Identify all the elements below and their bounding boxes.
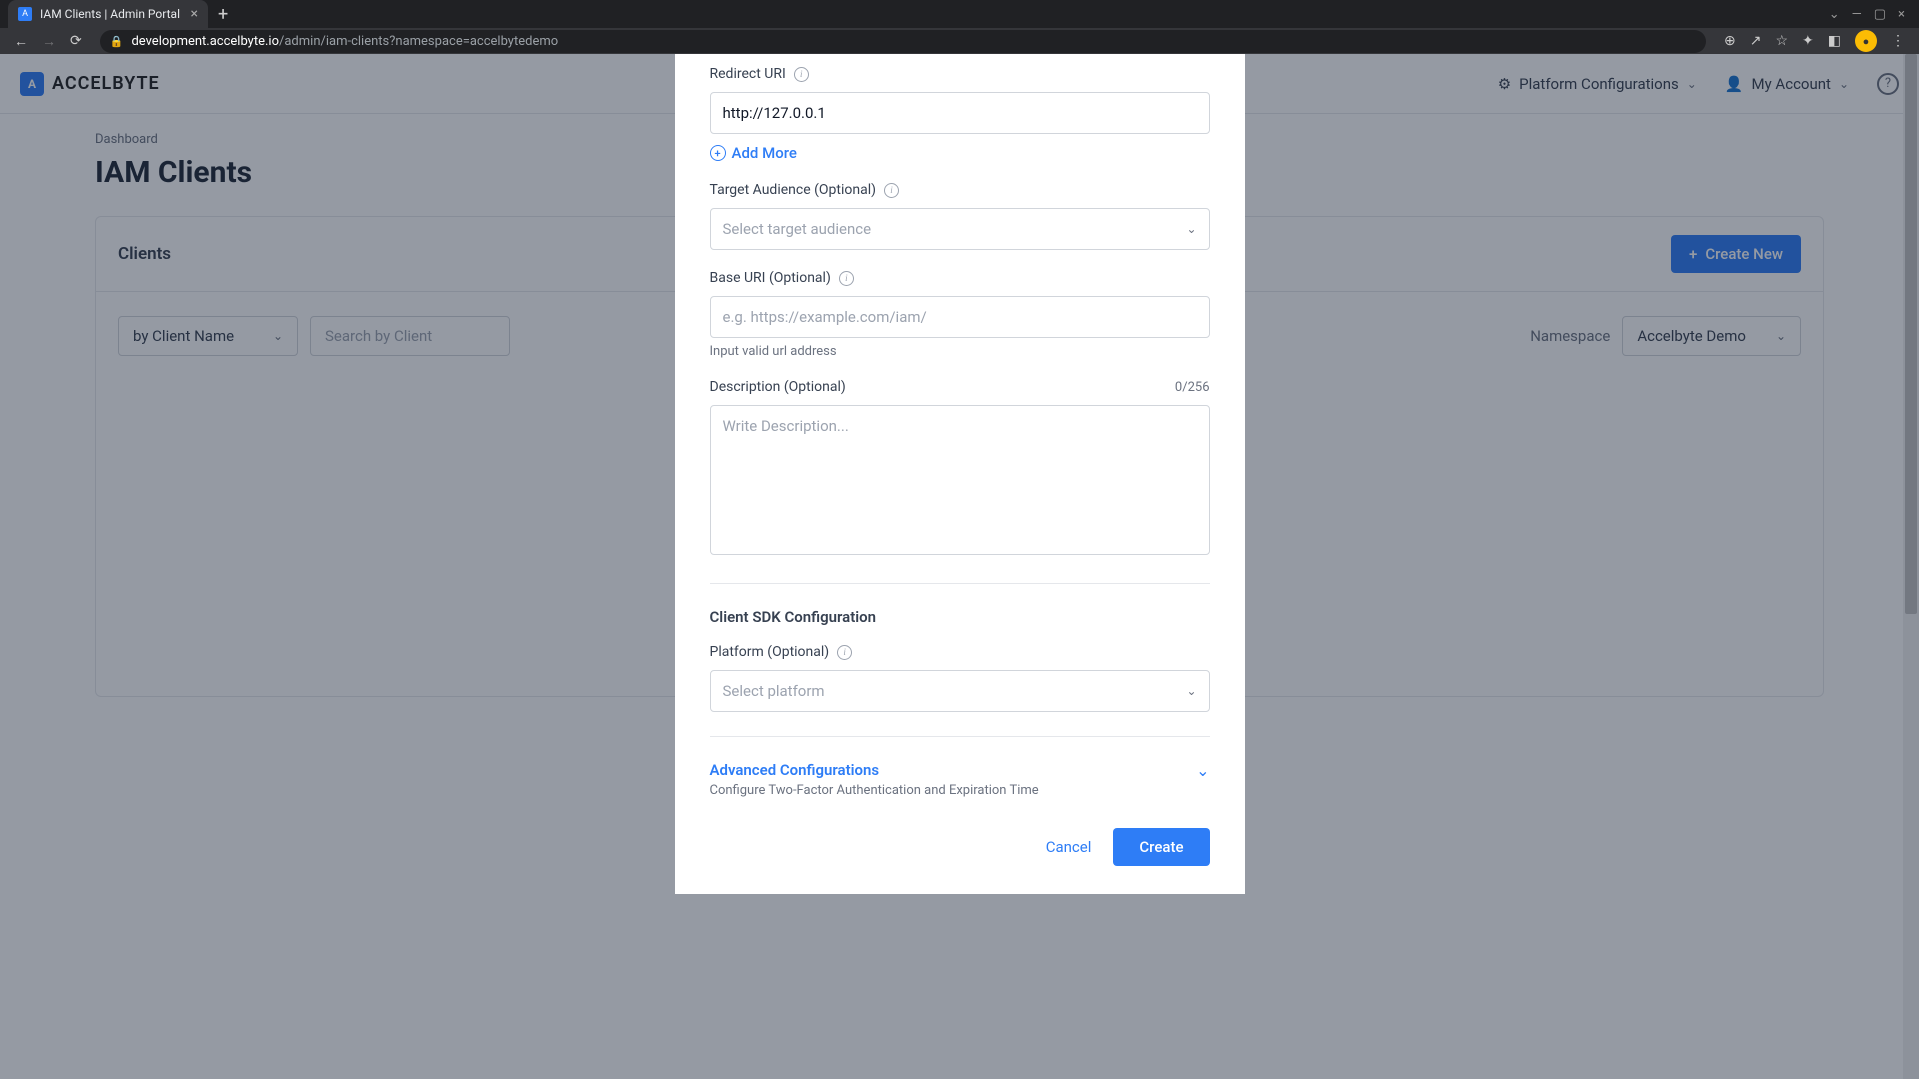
url-input[interactable]: 🔒 development.accelbyte.io/admin/iam-cli…	[100, 30, 1706, 53]
share-icon[interactable]: ↗	[1750, 33, 1762, 49]
new-tab-icon[interactable]: +	[208, 4, 238, 25]
add-more-label: Add More	[732, 144, 797, 162]
browser-menu-icon[interactable]: ⋮	[1891, 33, 1905, 49]
divider	[710, 583, 1210, 584]
cancel-button[interactable]: Cancel	[1024, 828, 1114, 866]
sdk-section-title: Client SDK Configuration	[710, 608, 1210, 626]
chevron-down-icon: ⌄	[1186, 222, 1196, 236]
target-audience-select[interactable]: Select target audience ⌄	[710, 208, 1210, 250]
description-counter: 0/256	[1175, 380, 1210, 395]
browser-tab-bar: A IAM Clients | Admin Portal × + ⌄ — ▢ ×	[0, 0, 1919, 28]
browser-address-bar: ← → ⟳ 🔒 development.accelbyte.io/admin/i…	[0, 28, 1919, 54]
chevron-down-icon: ⌄	[1196, 761, 1209, 780]
advanced-title: Advanced Configurations	[710, 761, 1039, 779]
platform-label: Platform (Optional) i	[710, 644, 1210, 660]
window-minimize-icon[interactable]: —	[1852, 7, 1862, 22]
zoom-icon[interactable]: ⊕	[1724, 33, 1736, 49]
platform-select[interactable]: Select platform ⌄	[710, 670, 1210, 712]
chevron-down-icon: ⌄	[1186, 684, 1196, 698]
profile-avatar[interactable]: ●	[1855, 30, 1877, 52]
base-uri-helper: Input valid url address	[710, 344, 1210, 359]
target-audience-label: Target Audience (Optional) i	[710, 182, 1210, 198]
nav-back-icon[interactable]: ←	[14, 33, 28, 50]
advanced-config-toggle[interactable]: Advanced Configurations Configure Two-Fa…	[710, 761, 1210, 798]
bookmark-icon[interactable]: ☆	[1775, 33, 1788, 49]
window-close-icon[interactable]: ×	[1898, 7, 1905, 22]
target-audience-placeholder: Select target audience	[723, 220, 872, 238]
add-more-button[interactable]: + Add More	[710, 144, 1210, 162]
advanced-subtitle: Configure Two-Factor Authentication and …	[710, 783, 1039, 798]
redirect-uri-input[interactable]	[710, 92, 1210, 134]
divider	[710, 736, 1210, 737]
nav-reload-icon[interactable]: ⟳	[70, 33, 82, 50]
platform-placeholder: Select platform	[723, 682, 825, 700]
description-label: Description (Optional)	[710, 379, 846, 395]
base-uri-label: Base URI (Optional) i	[710, 270, 1210, 286]
browser-tab[interactable]: A IAM Clients | Admin Portal ×	[8, 0, 208, 28]
description-textarea[interactable]	[710, 405, 1210, 555]
create-client-modal: Redirect URI i + Add More Target Audienc…	[675, 54, 1245, 894]
url-path: /admin/iam-clients?namespace=accelbytede…	[279, 34, 558, 49]
redirect-uri-label: Redirect URI i	[710, 66, 1210, 82]
info-icon[interactable]: i	[837, 645, 852, 660]
plus-circle-icon: +	[710, 145, 726, 161]
tab-favicon: A	[18, 7, 32, 21]
tab-close-icon[interactable]: ×	[191, 6, 198, 22]
create-button[interactable]: Create	[1113, 828, 1209, 866]
url-domain: development.accelbyte.io	[131, 34, 279, 49]
info-icon[interactable]: i	[884, 183, 899, 198]
lock-icon: 🔒	[110, 35, 124, 48]
base-uri-input[interactable]	[710, 296, 1210, 338]
nav-forward-icon: →	[42, 33, 56, 50]
window-dropdown-icon[interactable]: ⌄	[1829, 7, 1840, 22]
window-maximize-icon[interactable]: ▢	[1874, 7, 1886, 22]
info-icon[interactable]: i	[794, 67, 809, 82]
extensions-icon[interactable]: ✦	[1802, 33, 1814, 49]
sidepanel-icon[interactable]: ◧	[1828, 33, 1841, 49]
window-controls: ⌄ — ▢ ×	[1815, 7, 1919, 22]
info-icon[interactable]: i	[839, 271, 854, 286]
tab-title: IAM Clients | Admin Portal	[40, 7, 180, 21]
